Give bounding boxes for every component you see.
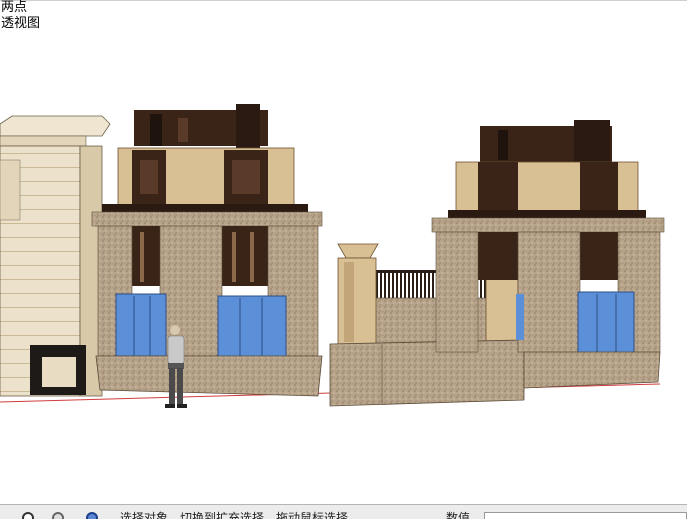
left-gatehouse[interactable]: [91, 104, 323, 397]
status-bar: 选择对象。切换到扩充选择。拖动鼠标选择 数值: [0, 504, 687, 519]
right-gatehouse[interactable]: [431, 120, 665, 389]
camera-mode-line1: 两点: [1, 0, 28, 15]
left-stone-pillar[interactable]: [0, 115, 111, 397]
human-figure[interactable]: [165, 325, 187, 408]
model-viewport[interactable]: 两点 透视图: [0, 0, 687, 504]
3d-scene[interactable]: [0, 0, 687, 504]
camera-mode-line2: 透视图: [1, 16, 41, 31]
camera-label: 两点 透视图: [1, 0, 40, 32]
